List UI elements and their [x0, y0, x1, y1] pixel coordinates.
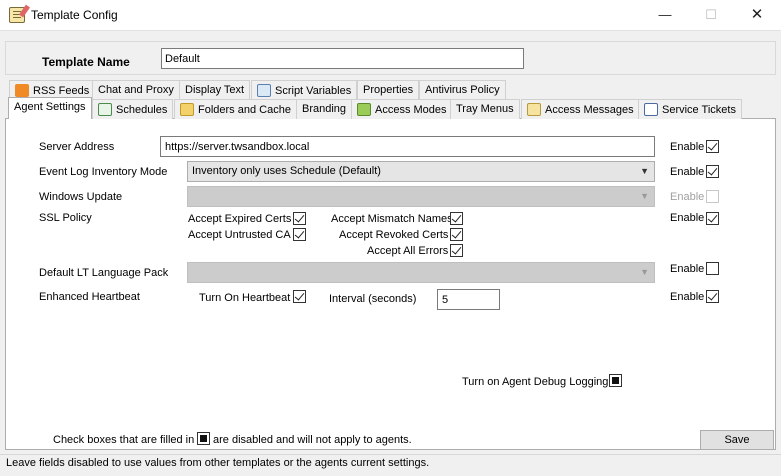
- status-text: Leave fields disabled to use values from…: [6, 457, 430, 469]
- chevron-down-icon: ▼: [640, 166, 649, 176]
- enable-label: Enable: [670, 212, 705, 224]
- tab-service-tickets[interactable]: Service Tickets: [638, 99, 742, 119]
- window-title: Template Config: [31, 8, 118, 22]
- enhanced-heartbeat-label: Enhanced Heartbeat: [39, 291, 140, 303]
- calendar-icon: [98, 103, 112, 116]
- footer-note-part2: are disabled and will not apply to agent…: [213, 434, 412, 446]
- server-address-label: Server Address: [39, 141, 115, 153]
- language-pack-label: Default LT Language Pack: [39, 267, 169, 279]
- maximize-button[interactable]: ☐: [688, 0, 734, 31]
- chevron-down-icon: ▼: [640, 267, 649, 277]
- access-messages-icon: [527, 103, 541, 116]
- tab-agent-settings[interactable]: Agent Settings: [8, 97, 92, 119]
- tab-tray-menus[interactable]: Tray Menus: [450, 99, 520, 119]
- footer-note-part1: Check boxes that are filled in: [53, 434, 195, 446]
- enable-label: Enable: [670, 166, 705, 178]
- tab-label: Schedules: [116, 104, 168, 116]
- tab-antivirus-policy[interactable]: Antivirus Policy: [419, 80, 506, 100]
- tab-label: Access Modes: [375, 104, 447, 116]
- close-button[interactable]: ✕: [734, 0, 780, 31]
- ticket-icon: [644, 103, 658, 116]
- rss-icon: [15, 84, 29, 97]
- server-address-enable-checkbox[interactable]: [706, 140, 719, 153]
- ssl-policy-enable-checkbox[interactable]: [706, 212, 719, 225]
- enable-label: Enable: [670, 263, 705, 275]
- accept-untrusted-ca-checkbox[interactable]: [293, 228, 306, 241]
- tab-chat-and-proxy[interactable]: Chat and Proxy: [92, 80, 180, 100]
- interval-input[interactable]: [437, 289, 500, 310]
- heartbeat-enable-checkbox[interactable]: [706, 290, 719, 303]
- template-name-label: Template Name: [42, 55, 130, 69]
- tab-label: Chat and Proxy: [98, 84, 174, 96]
- tab-script-variables[interactable]: Script Variables: [251, 80, 358, 100]
- tab-label: Folders and Cache: [198, 104, 291, 116]
- event-log-label: Event Log Inventory Mode: [39, 166, 168, 178]
- tab-label: Tray Menus: [456, 103, 514, 115]
- script-icon: [257, 84, 271, 97]
- template-config-icon: [9, 7, 25, 23]
- tab-schedules[interactable]: Schedules: [92, 99, 174, 119]
- enable-label: Enable: [670, 141, 705, 153]
- enable-label: Enable: [670, 191, 705, 203]
- tab-label: Branding: [302, 103, 347, 115]
- event-log-selected-value: Inventory only uses Schedule (Default): [192, 165, 381, 177]
- tab-display-text[interactable]: Display Text: [179, 80, 251, 100]
- tab-properties[interactable]: Properties: [357, 80, 420, 100]
- windows-update-select[interactable]: ▼: [187, 186, 655, 207]
- access-modes-icon: [357, 103, 371, 116]
- event-log-enable-checkbox[interactable]: [706, 165, 719, 178]
- enable-label: Enable: [670, 291, 705, 303]
- turn-on-heartbeat-label: Turn On Heartbeat: [199, 292, 291, 304]
- save-button[interactable]: Save: [700, 430, 774, 450]
- template-name-input[interactable]: [161, 48, 524, 69]
- language-pack-enable-checkbox[interactable]: [706, 262, 719, 275]
- tab-access-modes[interactable]: Access Modes: [351, 99, 453, 119]
- chevron-down-icon: ▼: [640, 191, 649, 201]
- accept-expired-certs-label: Accept Expired Certs: [188, 213, 292, 225]
- interval-label: Interval (seconds): [329, 293, 417, 305]
- tab-branding[interactable]: Branding: [296, 99, 353, 119]
- accept-expired-certs-checkbox[interactable]: [293, 212, 306, 225]
- windows-update-label: Windows Update: [39, 191, 123, 203]
- tab-label: Display Text: [185, 84, 245, 96]
- event-log-select[interactable]: Inventory only uses Schedule (Default) ▼: [187, 161, 655, 182]
- windows-update-enable-checkbox[interactable]: [706, 190, 719, 203]
- server-address-input[interactable]: [160, 136, 655, 157]
- filled-checkbox-example: [197, 432, 210, 445]
- minimize-button[interactable]: —: [642, 0, 688, 31]
- debug-logging-label: Turn on Agent Debug Logging: [462, 376, 609, 388]
- accept-revoked-certs-label: Accept Revoked Certs: [339, 229, 449, 241]
- accept-mismatch-names-label: Accept Mismatch Names: [331, 213, 453, 225]
- tab-label: Access Messages: [545, 104, 634, 116]
- accept-untrusted-ca-label: Accept Untrusted CA: [188, 229, 291, 241]
- tab-label: Service Tickets: [662, 104, 736, 116]
- tab-label: Antivirus Policy: [425, 84, 500, 96]
- turn-on-heartbeat-checkbox[interactable]: [293, 290, 306, 303]
- accept-all-errors-label: Accept All Errors: [367, 245, 449, 257]
- accept-mismatch-names-checkbox[interactable]: [450, 212, 463, 225]
- ssl-policy-label: SSL Policy: [39, 212, 92, 224]
- tab-label: Properties: [363, 84, 414, 96]
- language-pack-select[interactable]: ▼: [187, 262, 655, 283]
- debug-logging-checkbox[interactable]: [609, 374, 622, 387]
- tab-folders-and-cache[interactable]: Folders and Cache: [174, 99, 297, 119]
- folder-icon: [180, 103, 194, 116]
- tab-label: Script Variables: [275, 85, 352, 97]
- tab-label: RSS Feeds: [33, 85, 90, 97]
- accept-all-errors-checkbox[interactable]: [450, 244, 463, 257]
- tab-label: Agent Settings: [14, 101, 86, 113]
- accept-revoked-certs-checkbox[interactable]: [450, 228, 463, 241]
- tab-access-messages[interactable]: Access Messages: [521, 99, 640, 119]
